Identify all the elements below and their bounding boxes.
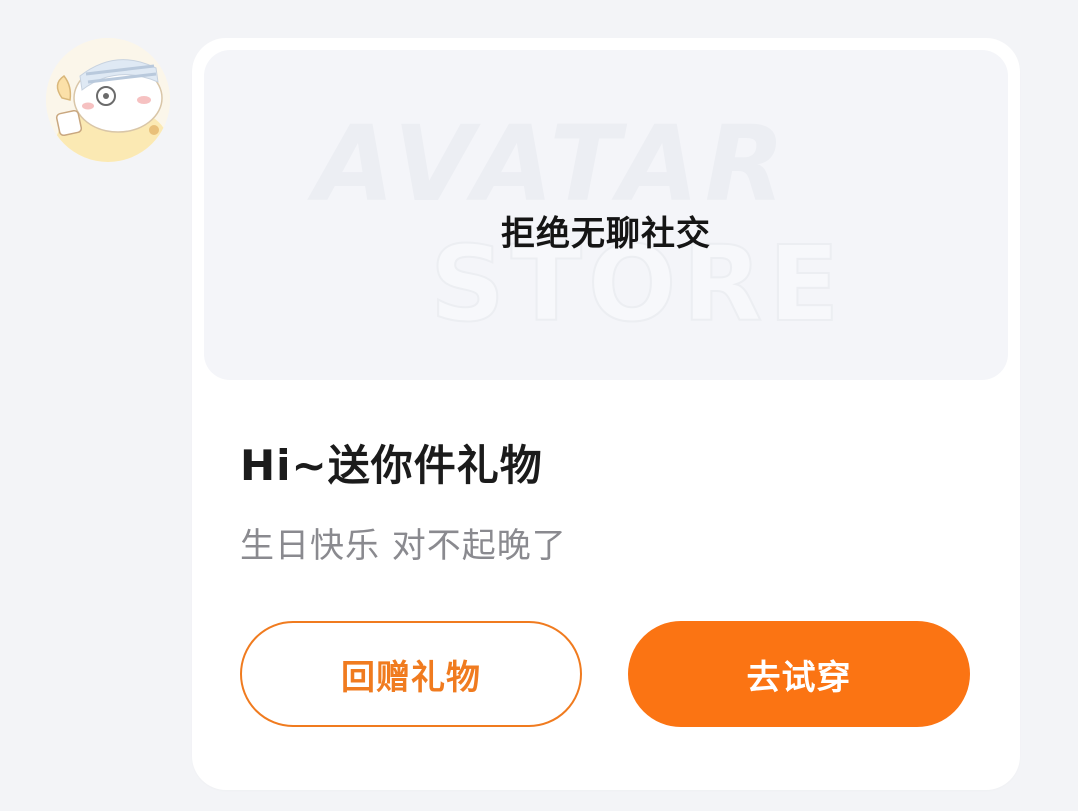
banner-caption: 拒绝无聊社交 xyxy=(501,214,711,254)
gift-title: Hi~送你件礼物 xyxy=(240,441,543,490)
return-gift-button[interactable]: 回赠礼物 xyxy=(240,621,582,727)
gift-message: 生日快乐 对不起晚了 xyxy=(240,526,567,566)
gift-banner[interactable]: AVATAR STORE 拒绝无聊社交 xyxy=(204,50,1008,380)
banner-watermark-avatar: AVATAR xyxy=(314,103,791,225)
cat-avatar-icon xyxy=(46,38,170,162)
chat-gift-message: AVATAR STORE 拒绝无聊社交 Hi~送你件礼物 生日快乐 对不起晚了 … xyxy=(0,0,1078,811)
gift-card: AVATAR STORE 拒绝无聊社交 Hi~送你件礼物 生日快乐 对不起晚了 … xyxy=(192,38,1020,790)
try-on-button[interactable]: 去试穿 xyxy=(628,621,970,727)
sender-avatar[interactable] xyxy=(46,38,170,162)
